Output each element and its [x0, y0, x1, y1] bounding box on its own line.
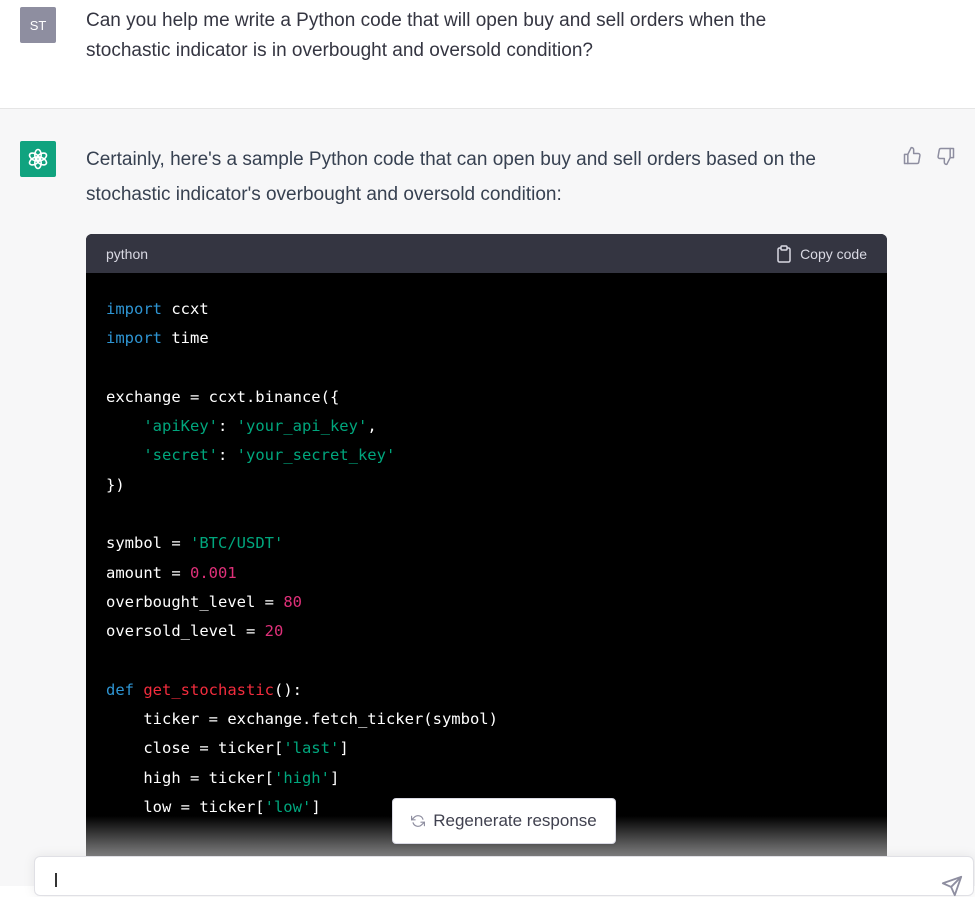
code-token: high = ticker[ [106, 768, 274, 787]
code-token: , [367, 417, 377, 436]
assistant-intro-text: Certainly, here's a sample Python code t… [86, 149, 816, 205]
code-token: get_stochastic [143, 680, 274, 699]
code-line: high = ticker['high'] [106, 764, 867, 793]
code-line: exchange = ccxt.binance({ [106, 383, 867, 412]
code-token: oversold_level = [106, 622, 265, 641]
code-token: 'your_secret_key' [236, 446, 396, 465]
regenerate-response-button[interactable]: Regenerate response [392, 798, 616, 844]
code-block-header: python Copy code [86, 234, 887, 273]
code-line: amount = 0.001 [106, 559, 867, 588]
thumbs-up-icon[interactable] [901, 145, 923, 167]
code-token: 'BTC/USDT' [190, 534, 284, 553]
code-token: 'last' [283, 739, 340, 758]
code-token: symbol = [106, 534, 190, 553]
code-line: }) [106, 471, 867, 500]
send-icon[interactable] [941, 875, 963, 897]
code-line: import ccxt [106, 295, 867, 324]
code-token: 'your_api_key' [236, 417, 368, 436]
code-token: 20 [264, 622, 284, 641]
copy-code-label: Copy code [800, 245, 867, 262]
code-token: : [217, 417, 237, 436]
code-token: }) [106, 475, 125, 494]
code-token: amount = [106, 563, 190, 582]
thumbs-down-icon[interactable] [935, 145, 957, 167]
clipboard-icon [777, 244, 791, 263]
code-token: ticker = exchange.fetch_ticker(symbol) [106, 710, 498, 729]
code-token: import [106, 329, 162, 348]
user-message-text: Can you help me write a Python code that… [86, 10, 767, 61]
regenerate-label: Regenerate response [433, 811, 597, 830]
code-token: time [162, 329, 209, 348]
code-token: : [217, 446, 237, 465]
openai-logo-icon [20, 141, 56, 177]
code-token: 'high' [273, 768, 330, 787]
user-message-row: ST Can you help me write a Python code t… [0, 0, 975, 109]
code-line: oversold_level = 20 [106, 617, 867, 646]
code-content: import ccxt import time exchange = ccxt.b… [86, 273, 887, 822]
code-token: 'secret' [143, 446, 218, 465]
code-token: 80 [283, 592, 302, 611]
code-line: 'apiKey': 'your_api_key', [106, 412, 867, 441]
code-token: ] [329, 768, 340, 787]
code-line: symbol = 'BTC/USDT' [106, 529, 867, 558]
code-line: def get_stochastic(): [106, 676, 867, 705]
code-token: ccxt [162, 300, 209, 318]
code-language-label: python [106, 245, 149, 262]
code-token: 'low' [264, 798, 312, 817]
code-token: low = ticker[ [106, 798, 265, 817]
message-input[interactable] [34, 856, 974, 897]
assistant-message-row: Certainly, here's a sample Python code t… [0, 109, 975, 886]
copy-code-button[interactable]: Copy code [776, 244, 867, 263]
code-token: import [106, 300, 162, 318]
code-token: ] [339, 739, 349, 758]
code-token: exchange = ccxt.binance({ [106, 387, 340, 406]
code-token: def [106, 680, 134, 699]
code-line: overbought_level = 80 [106, 588, 867, 617]
code-line: ticker = exchange.fetch_ticker(symbol) [106, 705, 867, 734]
code-line: close = ticker['last'] [106, 734, 867, 763]
code-token: (): [274, 680, 302, 699]
code-line: import time [106, 324, 867, 353]
code-token: 0.001 [190, 563, 237, 582]
code-token: close = ticker[ [106, 739, 284, 758]
refresh-icon [411, 815, 426, 827]
code-token: ] [311, 798, 321, 817]
code-line: 'secret': 'your_secret_key' [106, 441, 867, 470]
code-token: 'apiKey' [143, 417, 218, 436]
code-block: python Copy code import ccxt import time … [86, 234, 887, 864]
text-caret [55, 873, 57, 887]
code-token: overbought_level = [106, 592, 284, 611]
user-avatar: ST [20, 7, 56, 43]
